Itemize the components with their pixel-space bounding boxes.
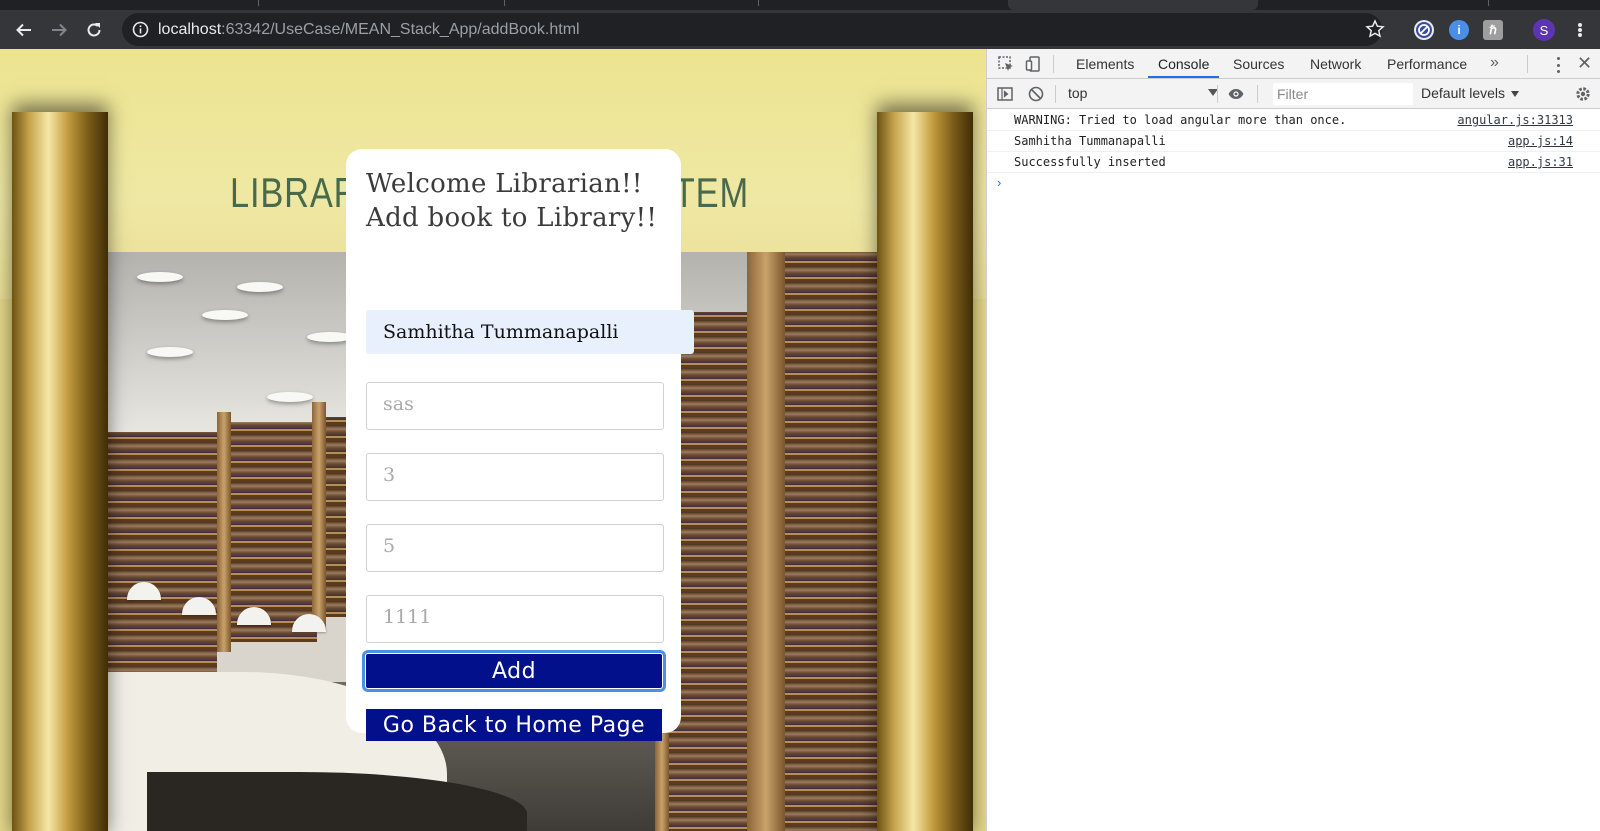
inspect-element-icon[interactable] — [997, 55, 1015, 73]
bookmark-star-icon[interactable] — [1365, 19, 1385, 39]
console-prompt[interactable]: › — [987, 173, 1600, 193]
tab-network[interactable]: Network — [1310, 56, 1361, 72]
tab-performance[interactable]: Performance — [1387, 56, 1467, 72]
add-book-form: Welcome Librarian!! Add book to Library!… — [346, 149, 694, 741]
device-toolbar-icon[interactable] — [1025, 55, 1043, 73]
book-id-placeholder: 1111 — [383, 606, 432, 628]
browser-toolbar: localhost:63342/UseCase/MEAN_Stack_App/a… — [0, 10, 1600, 49]
tab-separator — [1488, 0, 1489, 6]
context-select[interactable]: top — [1068, 85, 1218, 103]
console-source-link[interactable]: app.js:31 — [1508, 155, 1573, 169]
separator — [1527, 55, 1528, 73]
forward-button[interactable] — [45, 16, 73, 44]
home-page-button[interactable]: Go Back to Home Page — [366, 709, 662, 741]
field-overflow — [668, 599, 680, 639]
eye-icon[interactable] — [1227, 85, 1245, 103]
separator — [1053, 55, 1054, 73]
tab-separator — [504, 0, 505, 6]
edition-field[interactable]: 5 — [366, 524, 664, 572]
separator — [1055, 85, 1056, 103]
active-tab-indicator — [1148, 76, 1219, 78]
more-tabs-icon[interactable]: » — [1490, 54, 1499, 72]
separator — [1257, 85, 1258, 103]
tab-sources[interactable]: Sources — [1233, 56, 1284, 72]
browser-menu-icon[interactable] — [1570, 20, 1590, 40]
console-source-link[interactable]: app.js:14 — [1508, 134, 1573, 148]
clear-console-icon[interactable] — [1027, 85, 1045, 103]
close-icon[interactable]: ✕ — [1577, 53, 1592, 74]
extension-block-icon[interactable] — [1414, 20, 1434, 40]
author-name-field[interactable]: Samhitha Tummanapalli — [366, 310, 694, 354]
console-toolbar: top Default levels — [987, 79, 1600, 109]
log-levels-label: Default levels — [1421, 85, 1506, 101]
profile-avatar[interactable]: S — [1533, 19, 1555, 41]
field-overflow — [668, 457, 680, 497]
quantity-placeholder: 3 — [383, 464, 396, 486]
book-title-placeholder: sas — [383, 393, 414, 415]
back-button[interactable] — [10, 16, 38, 44]
log-levels-dropdown[interactable]: Default levels — [1421, 85, 1520, 101]
console-message: WARNING: Tried to load angular more than… — [987, 110, 1600, 131]
context-select-value: top — [1068, 85, 1088, 101]
author-name-value: Samhitha Tummanapalli — [383, 321, 619, 343]
tab-console[interactable]: Console — [1158, 56, 1209, 72]
add-button[interactable]: Add — [362, 650, 666, 692]
page-viewport: LIBRAR STEM Welcome Librarian!! Add book… — [0, 49, 986, 831]
console-message: Samhitha Tummanapalli app.js:14 — [987, 131, 1600, 152]
edition-placeholder: 5 — [383, 535, 396, 557]
quantity-field[interactable]: 3 — [366, 453, 664, 501]
tab-elements[interactable]: Elements — [1076, 56, 1134, 72]
gear-icon[interactable] — [1574, 85, 1592, 103]
left-pillar — [12, 112, 108, 831]
console-source-link[interactable]: angular.js:31313 — [1457, 113, 1573, 127]
devtools-tabbar: Elements Console Sources Network Perform… — [987, 49, 1600, 79]
reload-icon — [87, 23, 101, 37]
info-icon[interactable] — [132, 21, 149, 38]
active-tab[interactable] — [1008, 0, 1258, 10]
console-message-text: WARNING: Tried to load angular more than… — [1014, 113, 1347, 127]
url-text: localhost:63342/UseCase/MEAN_Stack_App/a… — [158, 21, 580, 39]
sidebar-toggle-icon[interactable] — [996, 85, 1014, 103]
form-title: Welcome Librarian!! Add book to Library!… — [366, 167, 666, 235]
address-bar[interactable]: localhost:63342/UseCase/MEAN_Stack_App/a… — [122, 13, 1385, 46]
console-message-text: Successfully inserted — [1014, 155, 1166, 169]
console-filter-input[interactable] — [1273, 83, 1413, 105]
tab-strip — [0, 0, 1600, 10]
right-pillar — [877, 112, 973, 831]
background-heading-left: LIBRAR — [230, 169, 360, 216]
devtools-menu-icon[interactable] — [1555, 57, 1561, 73]
field-overflow — [668, 386, 680, 426]
reload-button[interactable] — [80, 16, 108, 44]
devtools-panel: Elements Console Sources Network Perform… — [986, 49, 1600, 831]
arrow-left-icon — [16, 23, 31, 37]
chevron-down-icon — [1511, 91, 1520, 98]
field-overflow — [668, 528, 680, 568]
console-output: WARNING: Tried to load angular more than… — [987, 110, 1600, 193]
tab-separator — [258, 0, 259, 6]
book-id-field[interactable]: 1111 — [366, 595, 664, 643]
tab-separator — [758, 0, 759, 6]
form-title-line1: Welcome Librarian!! — [366, 169, 643, 199]
url-path: :63342/UseCase/MEAN_Stack_App/addBook.ht… — [221, 21, 580, 38]
extension-puzzle-icon[interactable]: ℏ — [1483, 20, 1503, 40]
url-host: localhost — [158, 21, 222, 38]
separator — [1217, 85, 1218, 103]
book-title-field[interactable]: sas — [366, 382, 664, 430]
extension-info-icon[interactable]: i — [1449, 20, 1469, 40]
console-message: Successfully inserted app.js:31 — [987, 152, 1600, 173]
form-title-line2: Add book to Library!! — [366, 203, 658, 233]
arrow-right-icon — [52, 23, 67, 37]
console-message-text: Samhitha Tummanapalli — [1014, 134, 1166, 148]
